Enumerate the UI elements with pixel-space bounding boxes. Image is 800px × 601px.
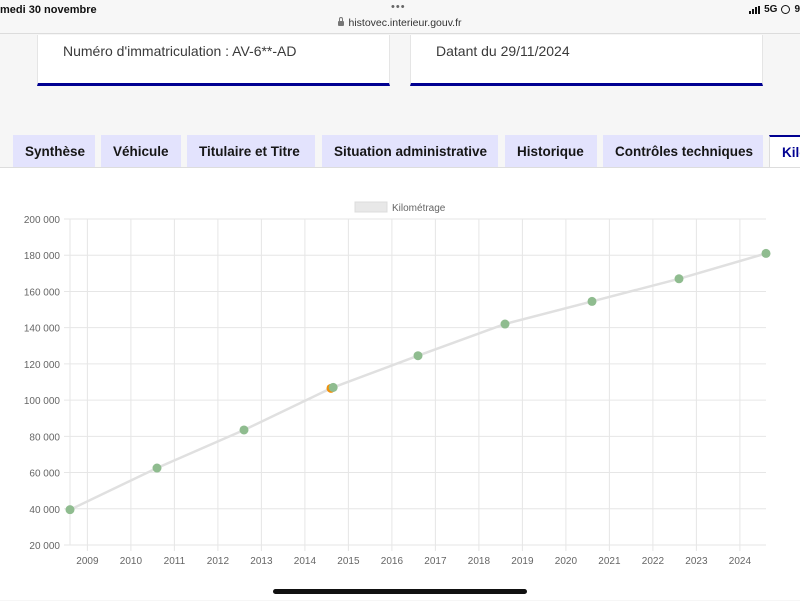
status-date: medi 30 novembre — [0, 4, 97, 16]
data-point[interactable] — [65, 505, 75, 515]
clock-icon — [781, 5, 791, 14]
address-bar[interactable]: histovec.interieur.gouv.fr — [0, 17, 800, 29]
tab-synthese[interactable]: Synthèse — [13, 135, 95, 168]
x-tick-label: 2016 — [381, 556, 404, 567]
browser-status-bar: medi 30 novembre ••• histovec.interieur.… — [0, 0, 800, 34]
y-tick-label: 20 000 — [29, 541, 60, 552]
y-tick-label: 180 000 — [24, 251, 61, 262]
data-point[interactable] — [239, 425, 249, 435]
tab-historique[interactable]: Historique — [505, 135, 597, 168]
x-tick-label: 2013 — [250, 556, 273, 567]
x-tick-label: 2024 — [729, 556, 752, 567]
data-point[interactable] — [413, 351, 423, 361]
kilometrage-chart: 20 000 40 000 60 000 80 000 100 000 120 000 14… — [24, 201, 771, 567]
x-tick-label: 2015 — [337, 556, 360, 567]
legend-label: Kilométrage — [392, 203, 446, 214]
tab-controles-techniques[interactable]: Contrôles techniques — [603, 135, 763, 168]
kilometrage-panel: 20 000 40 000 60 000 80 000 100 000 120 000 14… — [0, 167, 800, 600]
legend-swatch — [354, 201, 388, 213]
date-text: Datant du 29/11/2024 — [436, 43, 570, 59]
date-card: Datant du 29/11/2024 — [410, 35, 763, 86]
tab-vehicule[interactable]: Véhicule — [101, 135, 181, 168]
immatriculation-text: Numéro d'immatriculation : AV-6**-AD — [63, 43, 297, 59]
lock-icon — [338, 17, 345, 26]
x-tick-label: 2011 — [164, 556, 186, 567]
y-tick-label: 60 000 — [29, 469, 60, 480]
tab-bar: Synthèse Véhicule Titulaire et Titre Sit… — [0, 135, 800, 168]
x-tick-label: 2017 — [424, 556, 447, 567]
y-tick-label: 140 000 — [24, 324, 61, 335]
y-tick-label: 120 000 — [24, 360, 61, 371]
battery-label: 9 — [794, 4, 800, 15]
tab-titulaire[interactable]: Titulaire et Titre — [187, 135, 315, 168]
page-content: Numéro d'immatriculation : AV-6**-AD Dat… — [0, 35, 800, 600]
home-indicator — [273, 589, 527, 594]
x-tick-label: 2012 — [207, 556, 230, 567]
x-tick-label: 2019 — [511, 556, 534, 567]
x-tick-label: 2020 — [555, 556, 578, 567]
x-tick-label: 2009 — [76, 556, 99, 567]
more-dots-icon[interactable]: ••• — [391, 1, 406, 13]
data-point[interactable] — [761, 248, 771, 258]
data-point[interactable] — [587, 296, 597, 306]
chart-points — [65, 248, 771, 515]
chart-ticks: 20 000 40 000 60 000 80 000 100 000 120 000 14… — [24, 215, 752, 567]
x-tick-label: 2014 — [294, 556, 317, 567]
y-tick-label: 80 000 — [29, 432, 60, 443]
tab-situation-administrative[interactable]: Situation administrative — [322, 135, 498, 168]
data-point[interactable] — [674, 274, 684, 284]
x-tick-label: 2021 — [598, 556, 621, 567]
y-tick-label: 200 000 — [24, 215, 61, 226]
chart-legend[interactable]: Kilométrage — [354, 201, 446, 214]
data-point[interactable] — [328, 382, 338, 392]
tab-kilometrage[interactable]: Kilo — [769, 135, 800, 168]
signal-icon — [749, 5, 761, 14]
x-tick-label: 2010 — [120, 556, 143, 567]
data-point[interactable] — [500, 319, 510, 329]
data-point[interactable] — [152, 463, 162, 473]
network-label: 5G — [764, 4, 778, 15]
y-tick-label: 40 000 — [29, 505, 60, 516]
x-tick-label: 2022 — [642, 556, 665, 567]
y-tick-label: 100 000 — [24, 396, 61, 407]
chart-grid — [64, 218, 766, 551]
x-tick-label: 2018 — [468, 556, 491, 567]
y-tick-label: 160 000 — [24, 287, 61, 298]
immatriculation-card: Numéro d'immatriculation : AV-6**-AD — [37, 35, 390, 86]
url-text: histovec.interieur.gouv.fr — [348, 17, 462, 29]
status-indicators: 5G 9 — [749, 4, 800, 15]
x-tick-label: 2023 — [685, 556, 708, 567]
